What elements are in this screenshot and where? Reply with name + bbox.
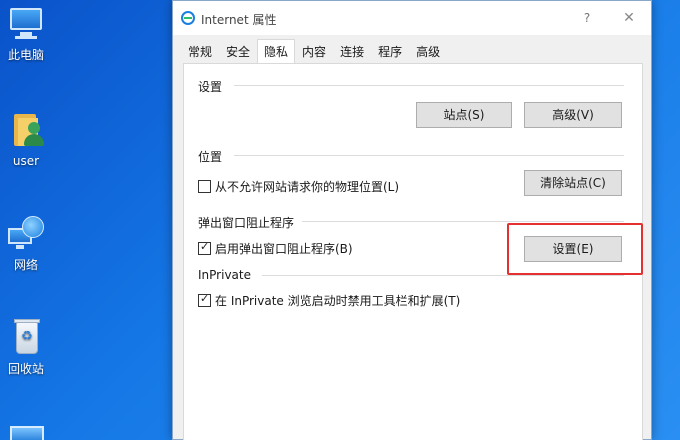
section-divider — [234, 85, 624, 86]
title-bar[interactable]: Internet 属性 ? ✕ — [173, 1, 651, 35]
desktop-icon-label: user — [12, 154, 40, 168]
inprivate-checkbox-label: 在 InPrivate 浏览启动时禁用工具栏和扩展(T) — [215, 293, 461, 308]
desktop-icon-label: 此电脑 — [7, 48, 44, 62]
inprivate-checkbox[interactable] — [198, 292, 211, 307]
popup-blocker-checkbox-label: 启用弹出窗口阻止程序(B) — [215, 241, 353, 256]
tab-connections[interactable]: 连接 — [333, 39, 371, 63]
desktop-icon-recycle-bin[interactable]: ♻ 回收站 — [0, 318, 52, 376]
desktop-icon-this-pc[interactable]: 此电脑 — [0, 4, 52, 62]
user-folder-icon — [6, 110, 46, 150]
clear-sites-button[interactable]: 清除站点(C) — [524, 170, 622, 196]
location-section-title: 位置 — [198, 150, 223, 164]
inprivate-checkbox-row[interactable]: 在 InPrivate 浏览启动时禁用工具栏和扩展(T) — [198, 292, 460, 308]
section-divider — [302, 221, 624, 222]
network-icon — [6, 214, 46, 254]
popup-blocker-checkbox[interactable] — [198, 240, 211, 255]
tab-strip: 常规 安全 隐私 内容 连接 程序 高级 — [181, 39, 447, 63]
dialog-title: Internet 属性 — [201, 13, 277, 27]
location-checkbox[interactable] — [198, 179, 211, 193]
location-checkbox-label: 从不允许网站请求你的物理位置(L) — [215, 179, 400, 194]
computer-icon — [6, 4, 46, 44]
desktop-icon-user[interactable]: user — [0, 110, 52, 168]
sites-button[interactable]: 站点(S) — [416, 102, 512, 128]
section-divider — [262, 275, 624, 276]
popup-blocker-section-title: 弹出窗口阻止程序 — [198, 216, 295, 230]
tab-programs[interactable]: 程序 — [371, 39, 409, 63]
internet-options-icon — [181, 11, 195, 25]
internet-properties-dialog: Internet 属性 ? ✕ 常规 安全 隐私 内容 连接 程序 高级 设置 … — [172, 0, 652, 440]
desktop-icon-label: 网络 — [13, 258, 38, 272]
popup-settings-button[interactable]: 设置(E) — [524, 236, 622, 262]
privacy-panel: 设置 站点(S) 高级(V) 位置 从不允许网站请求你的物理位置(L) 清除站点… — [183, 63, 643, 440]
partial-desktop-icon[interactable] — [10, 426, 44, 440]
tab-advanced[interactable]: 高级 — [409, 39, 447, 63]
help-button[interactable]: ? — [575, 7, 599, 29]
tab-privacy[interactable]: 隐私 — [257, 39, 296, 63]
close-button[interactable]: ✕ — [617, 7, 641, 29]
popup-blocker-checkbox-row[interactable]: 启用弹出窗口阻止程序(B) — [198, 240, 353, 256]
tab-security[interactable]: 安全 — [219, 39, 257, 63]
desktop-icon-network[interactable]: 网络 — [0, 214, 52, 272]
recycle-bin-icon: ♻ — [6, 318, 46, 358]
desktop-icon-label: 回收站 — [7, 362, 44, 376]
inprivate-section-title: InPrivate — [198, 268, 251, 282]
advanced-button[interactable]: 高级(V) — [524, 102, 622, 128]
tab-general[interactable]: 常规 — [181, 39, 219, 63]
section-divider — [234, 155, 624, 156]
location-checkbox-row[interactable]: 从不允许网站请求你的物理位置(L) — [198, 178, 399, 194]
tab-content[interactable]: 内容 — [295, 39, 333, 63]
settings-section-title: 设置 — [198, 80, 223, 94]
